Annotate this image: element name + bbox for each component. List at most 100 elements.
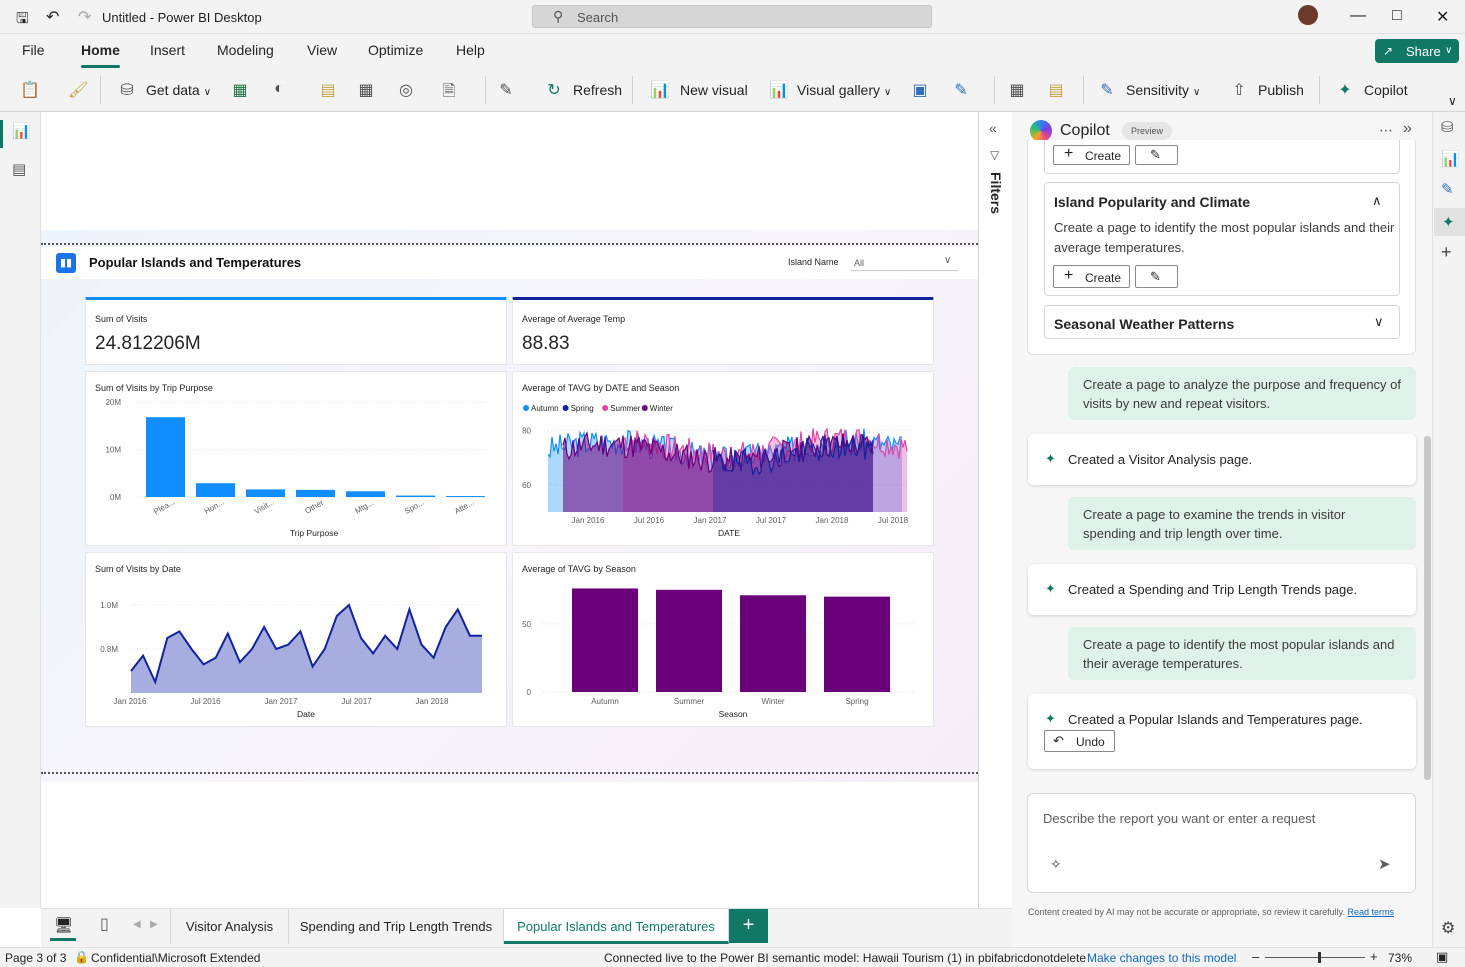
tab-insert[interactable]: Insert <box>150 42 185 58</box>
send-icon[interactable]: ➤ <box>1378 855 1391 873</box>
new-visual-button[interactable]: New visual <box>680 82 748 98</box>
minimize-icon[interactable]: — <box>1350 7 1366 25</box>
legend-label: Summer <box>610 404 641 413</box>
format-painter-icon[interactable]: 🖌 <box>68 80 88 100</box>
chart-tavg-by-date-season[interactable]: Average of TAVG by DATE and Season Autum… <box>512 371 934 546</box>
zoom-thumb[interactable] <box>1318 952 1322 963</box>
paste-icon[interactable]: 📋 <box>20 80 40 100</box>
tab-optimize[interactable]: Optimize <box>368 42 423 58</box>
island-slicer[interactable]: All ∨ <box>850 253 958 271</box>
copilot-input[interactable]: Describe the report you want or enter a … <box>1027 793 1416 893</box>
maximize-icon[interactable]: □ <box>1392 7 1402 25</box>
page-tab-popular-islands[interactable]: Popular Islands and Temperatures <box>504 909 729 944</box>
desktop-layout-icon[interactable]: 🖥 <box>50 911 76 941</box>
tab-home[interactable]: Home <box>81 42 120 68</box>
tab-file[interactable]: File <box>22 42 45 58</box>
sensitivity-button[interactable]: Sensitivity ∨ <box>1126 82 1200 98</box>
sensitivity-status[interactable]: Confidential\Microsoft Extended <box>91 951 260 965</box>
next-page-icon[interactable]: ▶ <box>150 919 158 930</box>
text-box-icon[interactable]: ▣ <box>911 80 929 100</box>
undo-button[interactable]: ↶ Undo <box>1044 730 1115 752</box>
page-tab-spending-trends[interactable]: Spending and Trip Length Trends <box>289 909 504 944</box>
add-page-button[interactable]: + <box>729 909 768 943</box>
prev-page-icon[interactable]: ◀ <box>133 919 141 930</box>
create-button[interactable]: + Create <box>1053 265 1130 288</box>
sql-icon[interactable]: ▤ <box>319 80 337 100</box>
tab-view[interactable]: View <box>307 42 337 58</box>
build-visual-icon[interactable]: 📊 <box>1441 150 1460 168</box>
onelake-icon[interactable]: ◐ <box>270 80 288 100</box>
edit-button[interactable]: ✎ <box>1135 145 1178 165</box>
add-pane-icon[interactable]: + <box>1441 242 1452 263</box>
model-view-icon[interactable]: ▤ <box>12 160 26 178</box>
publish-button[interactable]: Publish <box>1258 82 1304 98</box>
user-message: Create a page to analyze the purpose and… <box>1068 367 1416 420</box>
mobile-layout-icon[interactable]: ▯ <box>100 914 109 934</box>
visual-gallery-button[interactable]: Visual gallery ∨ <box>797 82 891 98</box>
tab-modeling[interactable]: Modeling <box>217 42 274 58</box>
zoom-out-icon[interactable]: – <box>1252 949 1259 964</box>
kpi-card-temp[interactable]: Average of Average Temp 88.83 <box>512 297 934 365</box>
read-terms-link[interactable]: Read terms <box>1348 907 1395 917</box>
quick-measure-icon[interactable]: ▤ <box>1047 80 1065 100</box>
close-icon[interactable]: ✕ <box>1436 7 1449 27</box>
settings-gear-icon[interactable]: ⚙ <box>1441 918 1455 938</box>
fit-page-icon[interactable]: ▣ <box>1436 949 1448 965</box>
copilot-scrollbar[interactable] <box>1424 436 1431 780</box>
report-view-icon[interactable]: 📊 <box>12 122 31 140</box>
chart-icon: ▮▮ <box>56 253 76 273</box>
ribbon-separator <box>100 76 101 104</box>
filters-pane[interactable]: « ▽ Filters <box>978 112 1012 908</box>
share-button[interactable]: ↗ Share ∨ <box>1375 39 1459 63</box>
chart-visits-by-date[interactable]: Sum of Visits by Date 1.0M 0.8M Jan 2016 Ju… <box>85 552 507 727</box>
zoom-slider[interactable] <box>1265 952 1365 963</box>
get-data-button[interactable]: Get data ∨ <box>146 82 211 98</box>
page-tab-visitor-analysis[interactable]: Visitor Analysis <box>170 909 289 944</box>
more-visuals-icon[interactable]: ✎ <box>952 80 970 100</box>
edit-button[interactable]: ✎ <box>1135 265 1178 288</box>
dataverse-icon[interactable]: ◎ <box>397 80 415 100</box>
data-pane-icon[interactable]: ⛁ <box>1441 118 1454 136</box>
chevron-down-icon: ∨ <box>1445 45 1453 56</box>
search-box[interactable]: ⚲ Search <box>532 5 932 28</box>
x-tick-label: Spring <box>845 697 868 706</box>
suggestion-title: Island Popularity and Climate <box>1054 194 1251 210</box>
legend-marker <box>523 405 529 411</box>
chevron-down-icon[interactable]: ∨ <box>1448 94 1457 108</box>
transform-data-icon[interactable]: ✎ <box>497 80 515 100</box>
search-label: Search <box>577 10 619 25</box>
collapse-pane-icon[interactable]: » <box>1403 120 1412 138</box>
x-tick-label: Visit... <box>253 498 276 517</box>
undo-icon[interactable]: ↶ <box>46 7 59 27</box>
redo-icon[interactable]: ↷ <box>78 7 91 27</box>
sparkle-icon[interactable]: ✧ <box>1050 856 1062 873</box>
share-label: Share <box>1406 44 1441 59</box>
recent-sources-icon[interactable]: 🗎 <box>440 80 458 100</box>
refresh-button[interactable]: Refresh <box>573 82 622 98</box>
filters-label: Filters <box>988 172 1004 215</box>
chevron-up-icon[interactable]: ∧ <box>1372 193 1382 209</box>
avatar[interactable] <box>1298 5 1318 25</box>
more-options-icon[interactable]: ⋯ <box>1379 122 1393 139</box>
save-icon[interactable]: 🖫 <box>16 8 29 33</box>
tab-help[interactable]: Help <box>456 42 485 58</box>
make-changes-link[interactable]: Make changes to this model <box>1087 951 1236 965</box>
kpi-card-visits[interactable]: Sum of Visits 24.812206M <box>85 297 507 365</box>
reply-text: Created a Spending and Trip Length Trend… <box>1068 582 1358 597</box>
expand-icon[interactable]: « <box>989 120 997 136</box>
zoom-in-icon[interactable]: + <box>1370 949 1378 964</box>
format-visual-icon[interactable]: ✎ <box>1441 180 1454 198</box>
excel-icon[interactable]: ▦ <box>231 80 249 100</box>
chart-svg: Autumn Spring Summer Winter 80 60 Jan 2016 Jul … <box>522 404 913 538</box>
calculator-icon[interactable]: ▦ <box>1008 80 1026 100</box>
chart-tavg-by-season[interactable]: Average of TAVG by Season 50 0 Autumn Summe… <box>512 552 934 727</box>
copilot-rail-button[interactable]: ✦ <box>1434 208 1465 236</box>
enter-data-icon[interactable]: ▦ <box>357 80 375 100</box>
chart-visits-by-purpose[interactable]: Sum of Visits by Trip Purpose 20M 10M 0M Pl… <box>85 371 507 546</box>
chevron-down-icon[interactable]: ∨ <box>1374 314 1384 330</box>
suggestion-seasonal-weather[interactable]: Seasonal Weather Patterns ∨ <box>1044 305 1400 339</box>
copilot-ribbon-button[interactable]: Copilot <box>1364 82 1408 98</box>
status-bar: Page 3 of 3 🔒 Confidential\Microsoft Ext… <box>0 947 1465 967</box>
kpi-value: 88.83 <box>522 333 570 354</box>
create-button[interactable]: + Create <box>1053 145 1130 165</box>
